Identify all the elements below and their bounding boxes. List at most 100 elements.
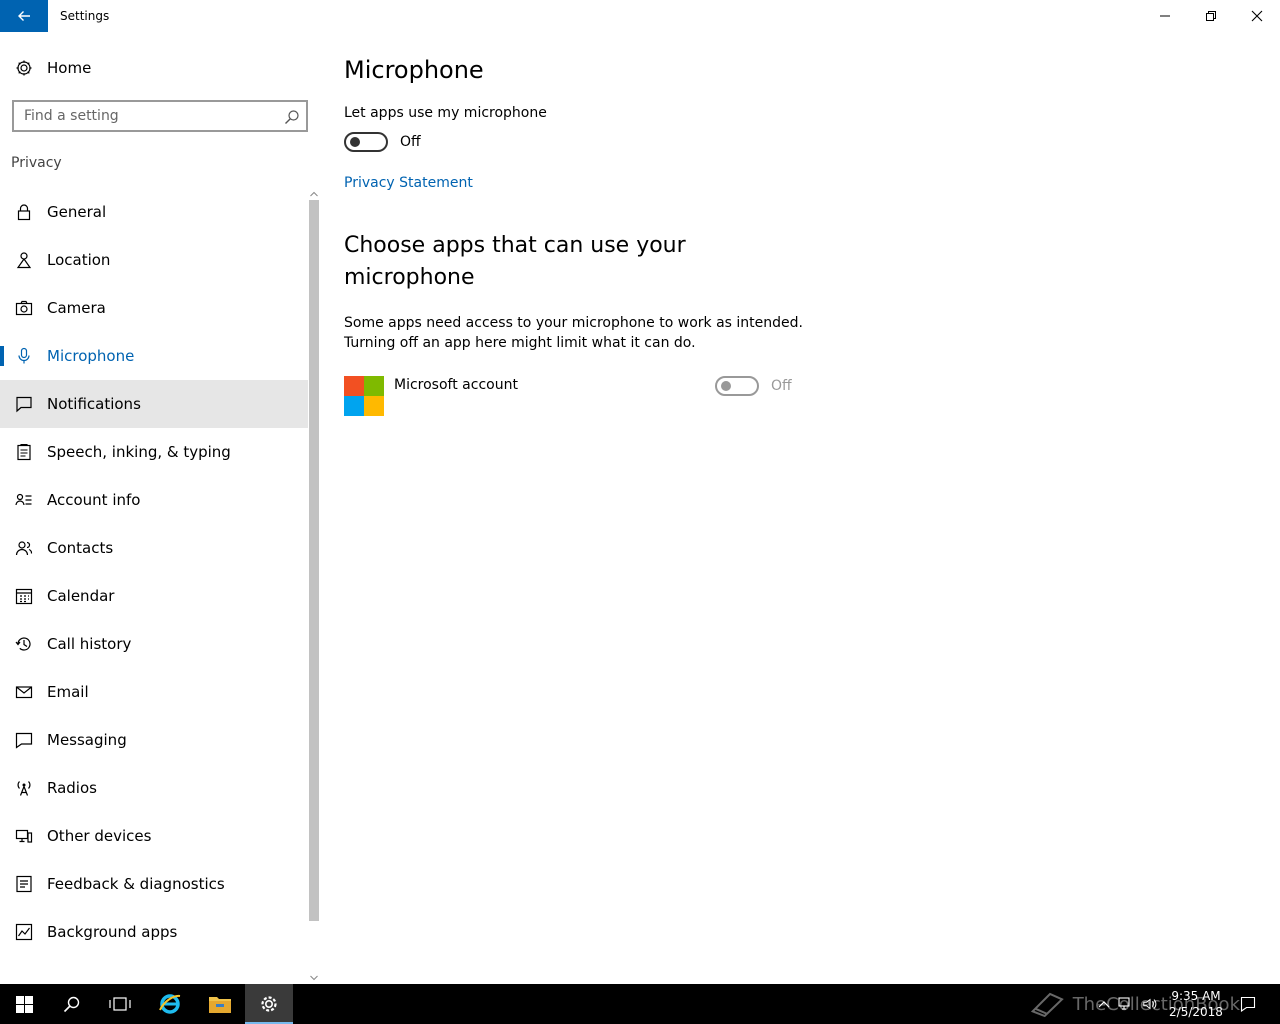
history-icon [14,634,34,654]
taskbar-edge-ie[interactable] [146,984,194,1024]
microphone-icon [14,346,34,366]
title-bar: Settings [0,0,1280,32]
sidebar-item-label: Calendar [47,587,115,605]
toggle-knob [721,381,731,391]
sidebar-item-account-info[interactable]: Account info [0,476,308,524]
description-line: Turning off an app here might limit what… [344,335,696,351]
clock-date: 2/5/2018 [1169,1005,1223,1019]
book-icon [1030,992,1064,1018]
privacy-statement-link[interactable]: Privacy Statement [344,175,473,191]
network-icon[interactable] [1118,996,1134,1012]
sidebar-item-messaging[interactable]: Messaging [0,716,308,764]
minimize-button[interactable] [1142,0,1188,32]
microsoft-logo-icon [344,376,384,416]
sidebar-item-label: Account info [47,491,141,509]
sidebar-item-label: General [47,203,107,221]
sidebar-item-notifications[interactable]: Notifications [0,380,308,428]
sidebar-item-radios[interactable]: Radios [0,764,308,812]
window-title: Settings [60,9,110,23]
taskbar-settings[interactable] [245,984,293,1024]
task-view-button[interactable] [96,984,144,1024]
search-icon [63,996,80,1013]
email-icon [14,682,34,702]
sidebar-item-call-history[interactable]: Call history [0,620,308,668]
messaging-icon [14,730,34,750]
microsoft-account-toggle[interactable] [715,376,759,396]
gear-icon [261,996,277,1012]
section-label: Privacy [11,155,62,171]
calendar-icon [14,586,34,606]
chevron-up-icon[interactable] [1096,996,1112,1012]
feedback-icon [14,874,34,894]
location-icon [14,250,34,270]
sidebar-item-contacts[interactable]: Contacts [0,524,308,572]
sidebar-item-label: Other devices [47,827,152,845]
back-arrow-icon [18,11,30,21]
sidebar-item-microphone[interactable]: Microphone [0,332,308,380]
notification-icon [14,394,34,414]
taskbar: TheCollectionBook 9:35 AM 2/5/2018 [0,984,1280,1024]
sidebar-scrollbar[interactable] [308,188,320,984]
search-box[interactable] [12,100,308,132]
microphone-toggle-state: Off [400,134,421,150]
start-button[interactable] [0,984,48,1024]
sidebar-item-general[interactable]: General [0,188,308,236]
close-icon [1251,10,1263,22]
sidebar-item-camera[interactable]: Camera [0,284,308,332]
main-content: Microphone Let apps use my microphone Of… [320,32,1280,984]
internet-explorer-icon [159,994,181,1014]
sidebar-item-label: Camera [47,299,106,317]
sidebar-item-label: Location [47,251,111,269]
sidebar-home[interactable]: Home [0,48,320,88]
description: Some apps need access to your microphone… [344,313,814,353]
sidebar-item-email[interactable]: Email [0,668,308,716]
gear-icon [14,58,34,78]
sidebar-item-label: Feedback & diagnostics [47,875,225,893]
sidebar-item-label: Radios [47,779,97,797]
sidebar-item-label: Contacts [47,539,114,557]
nav-list: General Location Camera Microphone Notif… [0,188,308,956]
background-apps-icon [14,922,34,942]
close-button[interactable] [1234,0,1280,32]
search-input[interactable] [14,102,276,130]
microphone-toggle[interactable] [344,132,388,152]
sidebar-item-label: Speech, inking, & typing [47,443,231,461]
sidebar-item-location[interactable]: Location [0,236,308,284]
scroll-thumb[interactable] [309,200,319,921]
section-title: Choose apps that can use your microphone [344,233,686,290]
microphone-toggle-label: Let apps use my microphone [344,105,547,121]
sidebar-item-speech[interactable]: Speech, inking, & typing [0,428,308,476]
sidebar-item-label: Microphone [47,347,135,365]
taskbar-file-explorer[interactable] [196,984,244,1024]
sidebar: Home Privacy General Location Camera Mic… [0,32,320,984]
sidebar-item-label: Call history [47,635,132,653]
speech-icon [14,442,34,462]
scroll-up-arrow-icon[interactable] [308,188,320,200]
taskbar-search-button[interactable] [48,984,96,1024]
lock-icon [14,202,34,222]
sidebar-item-calendar[interactable]: Calendar [0,572,308,620]
taskbar-clock[interactable]: 9:35 AM 2/5/2018 [1160,988,1232,1020]
restore-icon [1206,11,1216,21]
camera-icon [14,298,34,318]
folder-icon [209,997,231,1013]
back-button[interactable] [0,0,48,32]
scroll-down-arrow-icon[interactable] [308,972,320,984]
microphone-toggle-row: Off [344,132,421,152]
devices-icon [14,826,34,846]
sidebar-item-other-devices[interactable]: Other devices [0,812,308,860]
search-icon[interactable] [284,109,300,125]
app-toggle-row: Off [715,376,792,396]
sidebar-item-feedback[interactable]: Feedback & diagnostics [0,860,308,908]
account-info-icon [14,490,34,510]
contacts-icon [14,538,34,558]
restore-button[interactable] [1188,0,1234,32]
sidebar-item-background-apps[interactable]: Background apps [0,908,308,956]
action-center-icon[interactable] [1240,996,1256,1012]
app-toggle-state: Off [771,378,792,394]
volume-icon[interactable] [1142,996,1158,1012]
sidebar-item-label: Background apps [47,923,178,941]
windows-logo-icon [15,995,33,1013]
app-name: Microsoft account [394,377,518,393]
sidebar-item-label: Notifications [47,395,141,413]
